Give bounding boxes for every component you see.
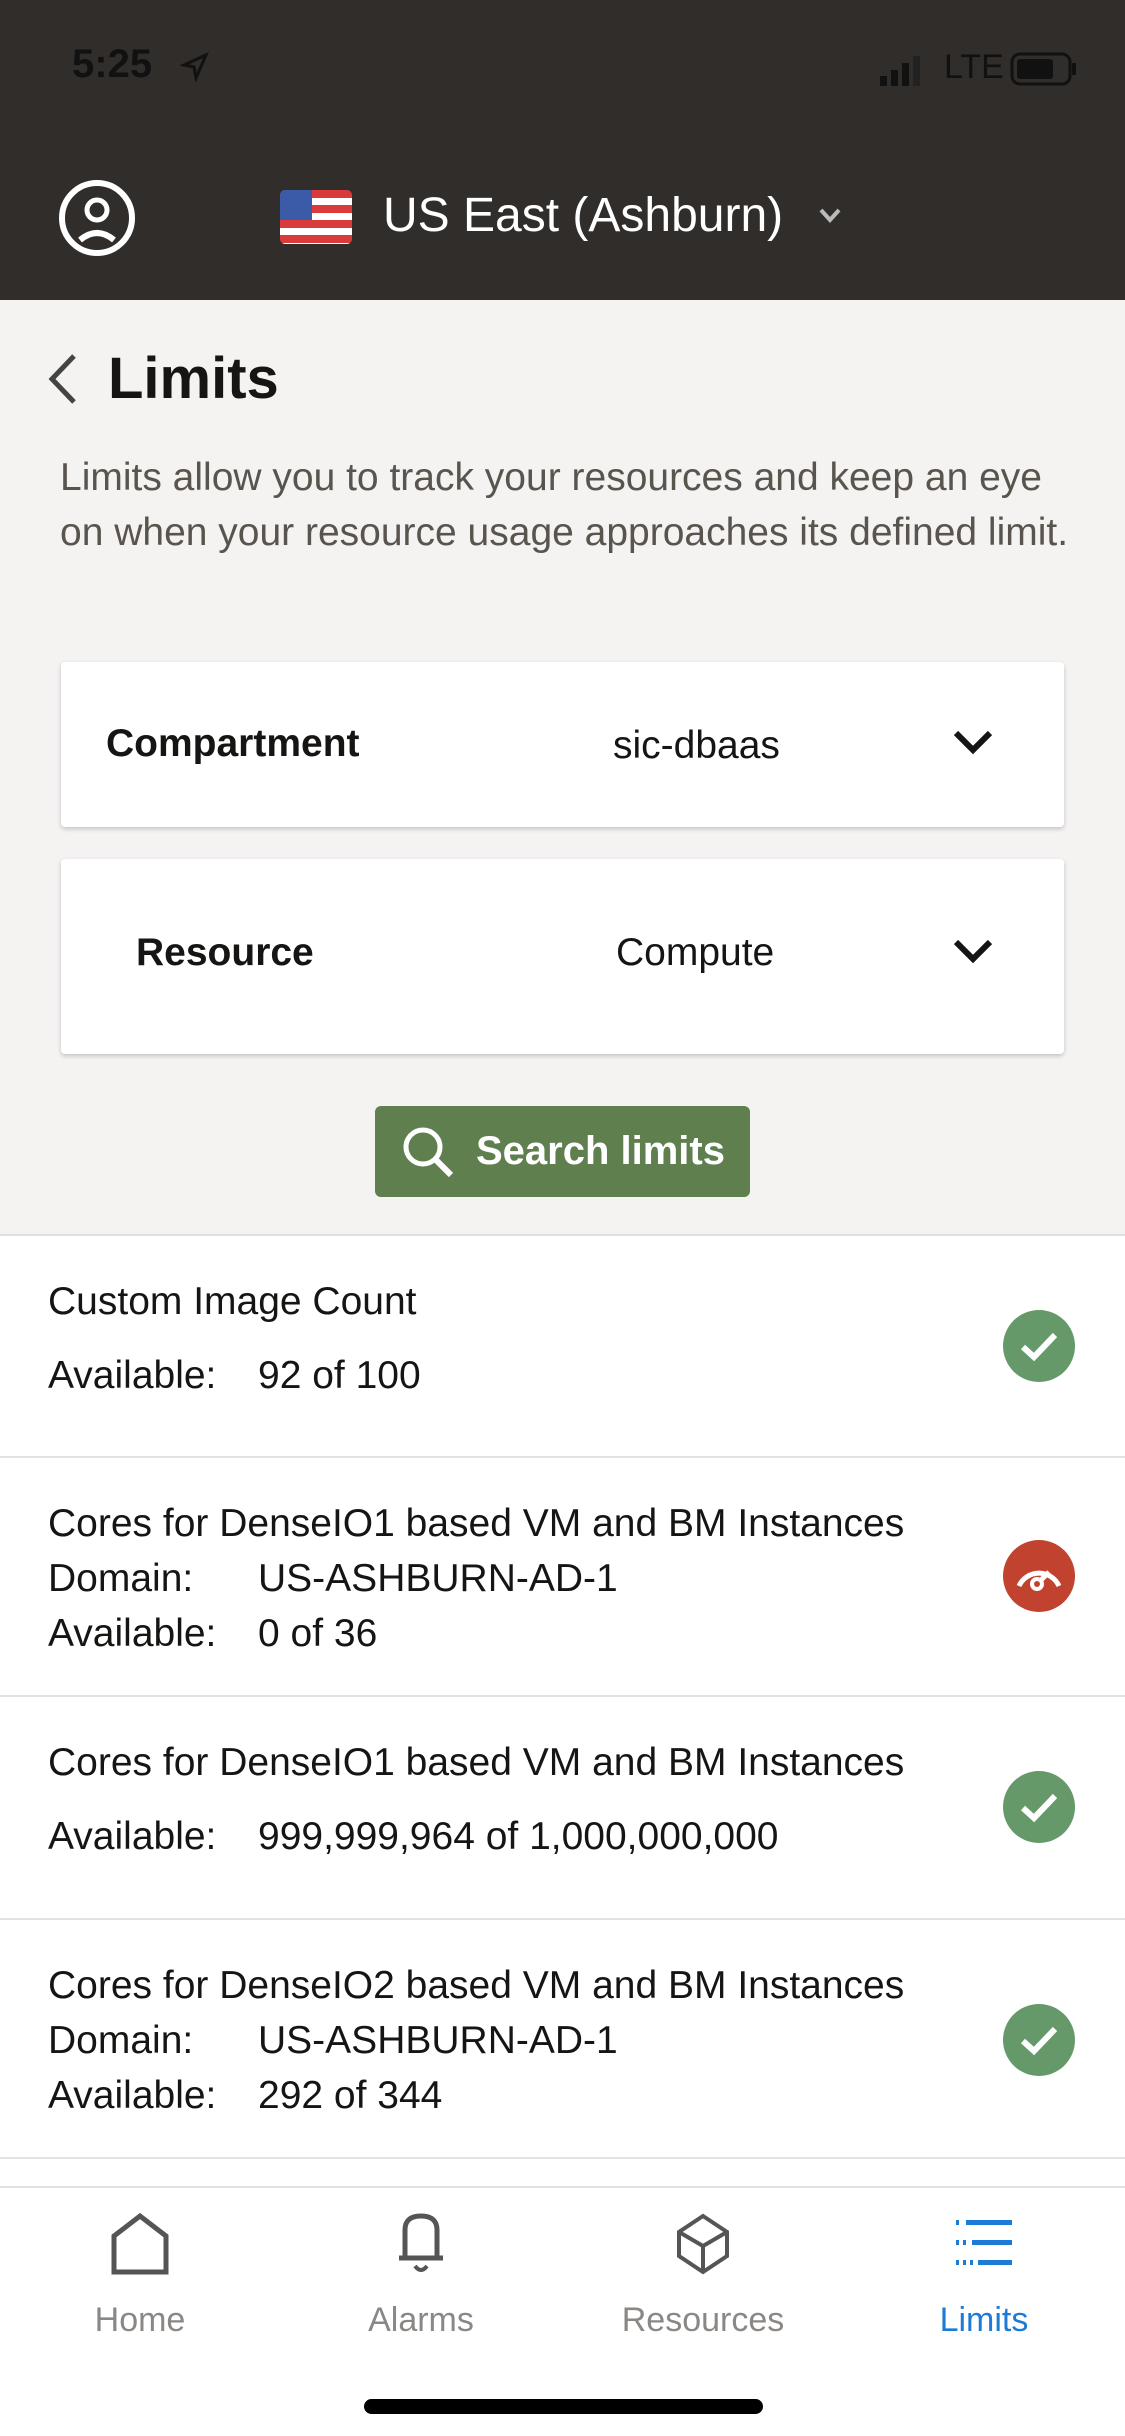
top-bar: 5:25 LTE US East (Ashburn)	[0, 0, 1125, 300]
page-description: Limits allow you to track your resources…	[60, 456, 1069, 554]
signal-icon	[880, 56, 920, 86]
tab-label: Resources	[621, 2301, 785, 2339]
search-limits-label: Search limits	[475, 1129, 725, 1173]
limit-available: 92 of 100	[258, 1354, 421, 1397]
profile-icon[interactable]	[58, 178, 136, 258]
tab-alarms[interactable]: Alarms	[321, 2212, 521, 2340]
available-label: Available:	[48, 1612, 217, 1655]
tab-bar: Home Alarms Resources Limits	[0, 2186, 1125, 2436]
home-indicator	[364, 2399, 763, 2414]
limit-available: 0 of 36	[258, 1612, 378, 1655]
limit-name: Cores for DenseIO2 based VM and BM Insta…	[48, 1964, 905, 2007]
status-ok-icon	[1003, 1771, 1075, 1843]
limit-name: Cores for DenseIO1 based VM and BM Insta…	[48, 1741, 905, 1784]
available-label: Available:	[48, 1354, 217, 1397]
status-ok-icon	[1003, 2004, 1075, 2076]
search-icon	[403, 1127, 454, 1177]
resource-label: Resource	[136, 931, 314, 974]
status-ok-icon	[1003, 1310, 1075, 1382]
tab-limits[interactable]: Limits	[884, 2212, 1084, 2340]
tab-label: Home	[94, 2301, 186, 2339]
limit-name: Custom Image Count	[48, 1280, 417, 1323]
limit-row[interactable]: Cores for DenseIO2 based VM and BM Insta…	[0, 1920, 1125, 2159]
domain-label: Domain:	[48, 1557, 194, 1600]
status-exhausted-gauge-icon	[1003, 1540, 1075, 1612]
domain-label: Domain:	[48, 2019, 194, 2062]
resource-select[interactable]: Resource Compute	[61, 859, 1064, 1054]
bell-icon	[399, 2213, 443, 2272]
resource-value: Compute	[616, 931, 775, 974]
back-icon[interactable]	[46, 352, 80, 406]
limit-domain: US-ASHBURN-AD-1	[258, 1557, 618, 1600]
available-label: Available:	[48, 1815, 217, 1858]
status-time: 5:25	[72, 42, 153, 86]
limit-row[interactable]: Cores for DenseIO1 based VM and BM Insta…	[0, 1697, 1125, 1920]
us-flag-icon	[280, 190, 352, 244]
search-limits-button[interactable]: Search limits	[375, 1106, 750, 1197]
tab-resources[interactable]: Resources	[603, 2212, 803, 2340]
limits-list-icon	[956, 2220, 1012, 2265]
limits-list: Custom Image Count Available: 92 of 100 C…	[0, 1234, 1125, 2186]
compartment-select[interactable]: Compartment sic-dbaas	[61, 662, 1064, 827]
limit-available: 999,999,964 of 1,000,000,000	[258, 1815, 779, 1858]
available-label: Available:	[48, 2074, 217, 2117]
limit-available: 292 of 344	[258, 2074, 443, 2117]
battery-icon	[1010, 52, 1076, 86]
cube-icon	[677, 2213, 729, 2275]
chevron-down-icon	[953, 730, 993, 755]
limit-row[interactable]: Custom Image Count Available: 92 of 100	[0, 1236, 1125, 1458]
chevron-down-icon[interactable]	[818, 206, 842, 224]
limit-name: Cores for DenseIO1 based VM and BM Insta…	[48, 1502, 905, 1545]
tab-label: Limits	[939, 2301, 1029, 2339]
tab-label: Alarms	[368, 2301, 474, 2339]
tab-home[interactable]: Home	[40, 2212, 240, 2340]
limit-domain: US-ASHBURN-AD-1	[258, 2019, 618, 2062]
region-selector[interactable]: US East (Ashburn)	[383, 188, 783, 243]
home-icon	[111, 2212, 169, 2275]
compartment-label: Compartment	[106, 722, 360, 765]
chevron-down-icon	[953, 939, 993, 964]
limit-row[interactable]: Cores for DenseIO1 based VM and BM Insta…	[0, 1458, 1125, 1697]
page-title: Limits	[108, 346, 279, 411]
network-type: LTE	[944, 48, 1004, 86]
compartment-value: sic-dbaas	[613, 724, 780, 767]
location-arrow-icon	[180, 52, 209, 82]
